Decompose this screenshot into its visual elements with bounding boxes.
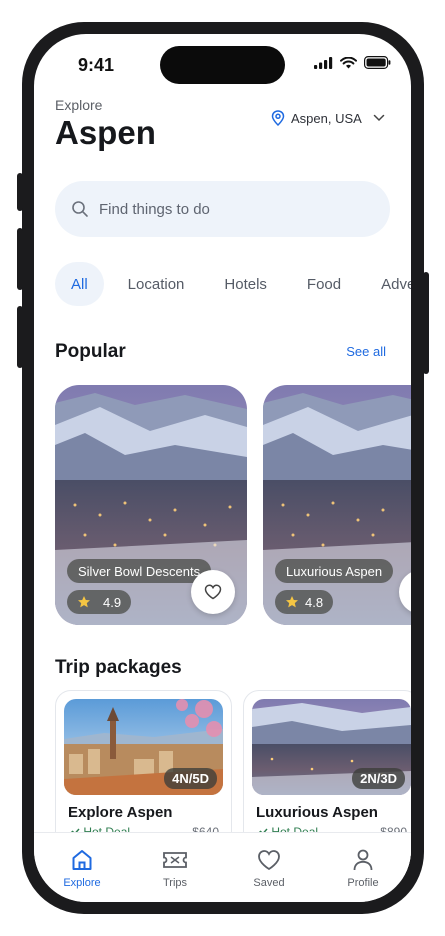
location-selector[interactable]: Aspen, USA [271,110,385,126]
battery-icon [364,56,391,69]
star-icon [78,596,90,608]
status-time: 9:41 [78,55,115,75]
tab-label: Profile [347,877,379,889]
popular-section-title: Popular [55,341,126,362]
dynamic-island [160,46,285,84]
category-chip-adventure[interactable]: Adve [365,262,411,306]
tab-profile[interactable]: Profile [328,847,398,889]
see-all-link[interactable]: See all [346,344,386,359]
category-chip-all[interactable]: All [55,262,104,306]
heart-icon [204,584,222,600]
package-image: 2N/3D [252,699,411,795]
search-icon [72,201,88,217]
favorite-button[interactable] [191,570,235,614]
bottom-tab-bar: Explore Trips Saved Profile [34,832,411,902]
home-icon [72,850,92,870]
popular-card-title: Silver Bowl Descents [67,559,212,583]
star-icon [286,596,298,608]
volume-down-button [17,306,23,368]
tab-label: Explore [63,877,101,889]
person-icon [353,849,373,871]
tab-label: Saved [253,877,285,889]
tab-saved[interactable]: Saved [234,847,304,889]
package-image: 4N/5D [64,699,223,795]
app-screen: 9:41 Explore Aspen Aspen, USA Find thing… [34,34,411,902]
volume-up-button [17,228,23,290]
duration-badge: 2N/3D [352,768,405,789]
rating-value: 4.9 [103,594,122,610]
rating-value: 4.8 [305,594,324,610]
power-button [423,272,429,374]
popular-card[interactable]: Luxurious Aspen 4.8 [263,385,411,625]
trip-packages-title: Trip packages [55,657,182,678]
map-pin-icon [271,110,285,126]
popular-card[interactable]: Silver Bowl Descents 4.9 [55,385,247,625]
status-icons [314,56,391,69]
mute-switch [17,173,23,211]
duration-badge: 4N/5D [164,768,217,789]
page-title: Aspen [55,114,156,151]
tab-explore[interactable]: Explore [47,847,117,889]
location-label: Aspen, USA [291,110,362,126]
category-chip-hotels[interactable]: Hotels [208,262,283,306]
tab-trips[interactable]: Trips [140,847,210,889]
signal-icon [314,56,333,69]
rating-badge: 4.8 [275,590,334,614]
tab-label: Trips [162,877,188,889]
package-name: Luxurious Aspen [256,804,378,821]
search-input[interactable]: Find things to do [99,201,210,218]
ticket-icon [163,852,187,868]
category-chip-location[interactable]: Location [112,262,201,306]
package-name: Explore Aspen [68,804,173,821]
wifi-icon [340,56,357,68]
category-chip-food[interactable]: Food [291,262,357,306]
chevron-down-icon [373,114,385,122]
rating-badge: 4.9 [67,590,132,614]
search-bar[interactable]: Find things to do [55,181,390,237]
status-bar: 9:41 [34,34,411,94]
category-tabs: All Location Hotels Food Adve [55,262,411,306]
popular-card-title: Luxurious Aspen [275,559,394,583]
page-eyebrow: Explore [55,97,103,113]
heart-icon [258,850,280,871]
aspen-town-image [263,385,411,625]
